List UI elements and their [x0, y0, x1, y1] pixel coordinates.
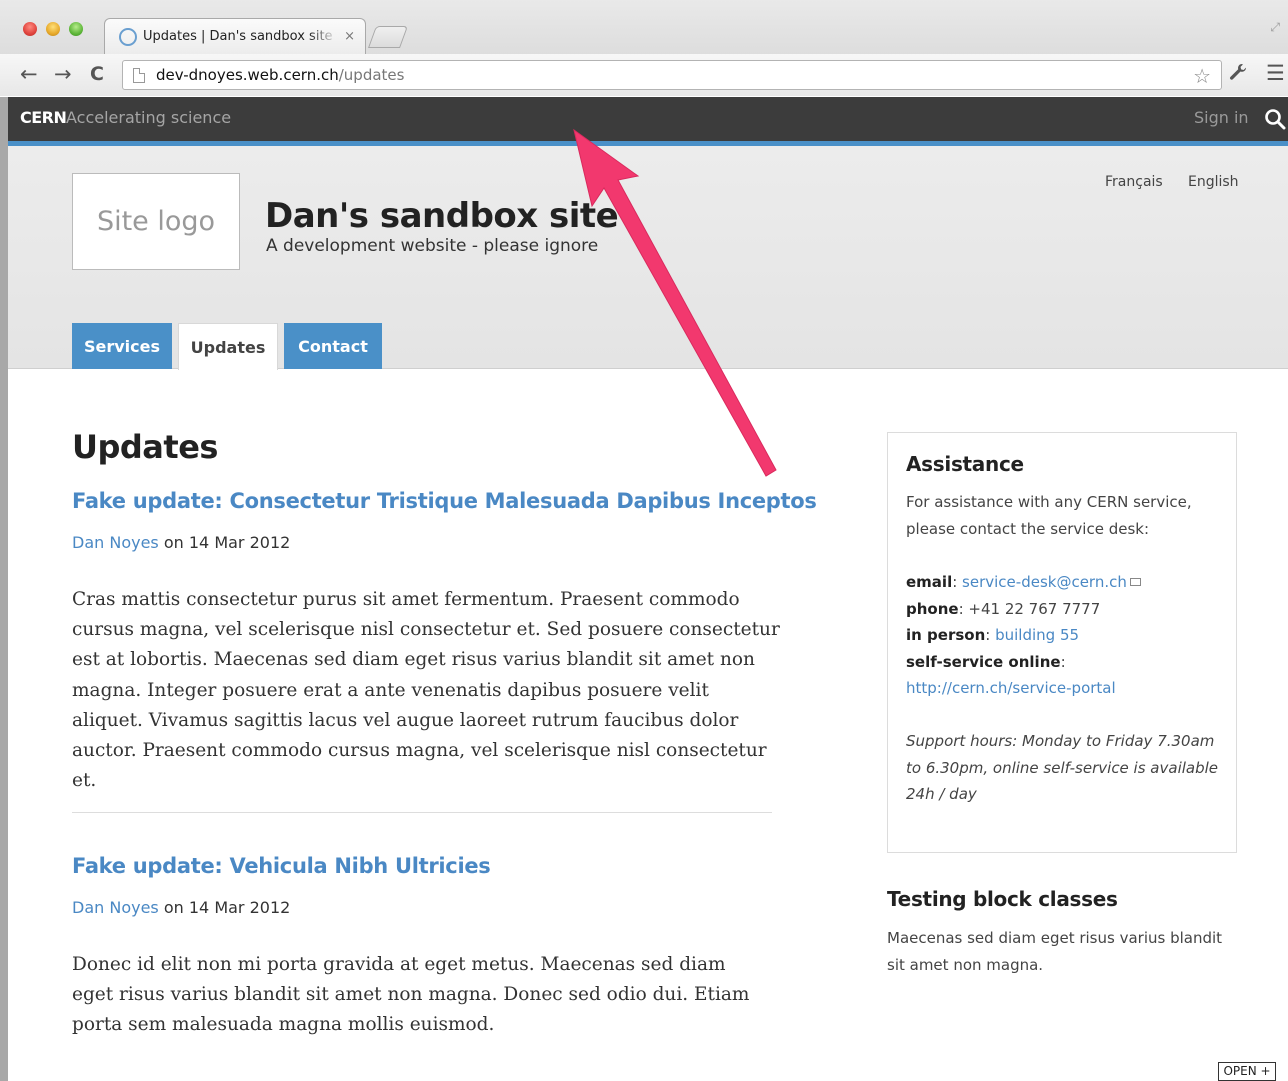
- language-link-en[interactable]: English: [1188, 174, 1239, 190]
- window-edge: [0, 97, 8, 1081]
- phone-row: phone: +41 22 767 7777: [906, 599, 1101, 618]
- author-link[interactable]: Dan Noyes: [72, 898, 159, 917]
- testing-block-text: Maecenas sed diam eget risus varius blan…: [887, 929, 1223, 974]
- tab-services[interactable]: Services: [72, 323, 172, 369]
- article-meta: Dan Noyes on 14 Mar 2012: [72, 898, 290, 917]
- email-link[interactable]: service-desk@cern.ch: [962, 573, 1127, 591]
- open-badge-button[interactable]: OPEN +: [1218, 1062, 1276, 1081]
- assistance-title: Assistance: [906, 452, 1024, 476]
- article-meta: Dan Noyes on 14 Mar 2012: [72, 533, 290, 552]
- tab-title: Updates | Dan's sandbox site: [143, 29, 333, 44]
- cern-brand-link[interactable]: CERN: [20, 108, 67, 127]
- in-person-label: in person: [906, 626, 986, 644]
- support-hours: Support hours: Monday to Friday 7.30am t…: [906, 732, 1219, 803]
- article-title-link[interactable]: Fake update: Vehicula Nibh Ultricies: [72, 854, 491, 878]
- forward-arrow-icon[interactable]: →: [54, 62, 72, 86]
- language-link-fr[interactable]: Français: [1105, 174, 1163, 190]
- sign-in-link[interactable]: Sign in: [1194, 108, 1249, 127]
- email-label: email: [906, 573, 953, 591]
- site-logo[interactable]: Site logo: [72, 173, 240, 270]
- assistance-contacts: email: service-desk@cern.ch phone: +41 2…: [906, 569, 1226, 702]
- menu-icon[interactable]: ☰: [1266, 61, 1285, 85]
- tab-updates[interactable]: Updates: [178, 323, 278, 370]
- article-body: Cras mattis consectetur purus sit amet f…: [72, 589, 780, 792]
- back-arrow-icon[interactable]: ←: [20, 62, 38, 86]
- testing-block-title: Testing block classes: [887, 887, 1118, 911]
- mail-icon: [1129, 578, 1141, 586]
- self-service-label: self-service online: [906, 652, 1061, 671]
- in-person-row: in person: building 55: [906, 626, 1080, 644]
- building-link[interactable]: building 55: [995, 626, 1079, 644]
- annotation-arrow: [573, 128, 777, 477]
- cern-tagline-link[interactable]: Accelerating science: [66, 108, 231, 127]
- page-title: Updates: [72, 428, 218, 466]
- url-path: /updates: [338, 66, 405, 84]
- phone-value: +41 22 767 7777: [968, 599, 1101, 618]
- zoom-window-button[interactable]: [69, 22, 83, 36]
- self-service-row: self-service online:: [906, 652, 1066, 671]
- tab-contact[interactable]: Contact: [284, 323, 382, 369]
- service-portal-link[interactable]: http://cern.ch/service-portal: [906, 679, 1116, 697]
- address-bar[interactable]: dev-dnoyes.web.cern.ch/updates ☆: [122, 60, 1222, 90]
- browser-chrome: Updates | Dan's sandbox site × ⤢ ← → C d…: [0, 0, 1288, 96]
- phone-label: phone: [906, 599, 959, 618]
- close-window-button[interactable]: [23, 22, 37, 36]
- author-link[interactable]: Dan Noyes: [72, 533, 159, 552]
- page-icon: [133, 67, 145, 83]
- tab-close-icon[interactable]: ×: [344, 29, 355, 44]
- url-host: dev-dnoyes.web.cern.ch: [156, 66, 339, 84]
- minimize-window-button[interactable]: [46, 22, 60, 36]
- browser-tab-updates[interactable]: Updates | Dan's sandbox site ×: [104, 18, 366, 54]
- wrench-icon[interactable]: [1228, 62, 1248, 87]
- browser-toolbar: ← → C dev-dnoyes.web.cern.ch/updates ☆ ☰: [0, 54, 1288, 96]
- reload-icon[interactable]: C: [90, 62, 104, 86]
- fullscreen-icon[interactable]: ⤢: [1270, 20, 1280, 35]
- divider: [72, 812, 772, 813]
- search-icon[interactable]: [1264, 108, 1286, 130]
- bookmark-star-icon[interactable]: ☆: [1193, 64, 1211, 88]
- assistance-block: Assistance For assistance with any CERN …: [887, 432, 1237, 853]
- article-date: on 14 Mar 2012: [158, 533, 291, 552]
- cern-favicon-icon: [119, 27, 137, 46]
- site-slogan: A development website - please ignore: [266, 236, 599, 256]
- email-row: email: service-desk@cern.ch: [906, 569, 1226, 596]
- article-date: on 14 Mar 2012: [158, 898, 291, 917]
- article-body: Donec id elit non mi porta gravida at eg…: [72, 954, 750, 1036]
- article-title-link[interactable]: Fake update: Consectetur Tristique Males…: [72, 489, 817, 513]
- assistance-intro: For assistance with any CERN service, pl…: [906, 493, 1192, 538]
- new-tab-button[interactable]: [367, 26, 409, 48]
